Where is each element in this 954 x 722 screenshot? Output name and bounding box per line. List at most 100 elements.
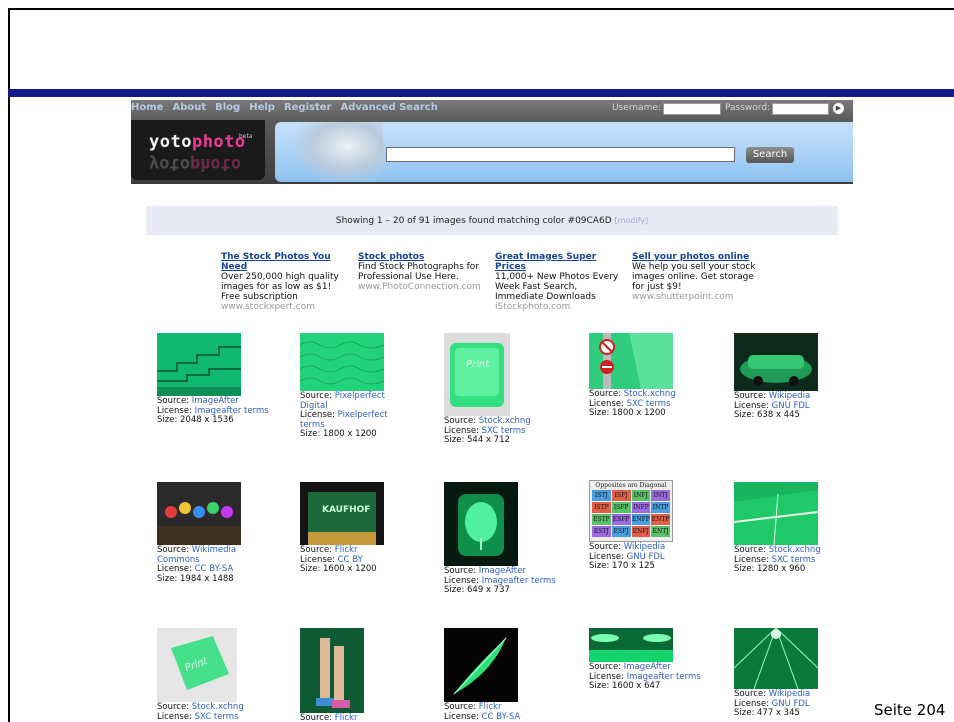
license-link[interactable]: GNU FDL [772, 401, 810, 411]
logo-wordmark: yotophoto [149, 132, 246, 152]
license-link[interactable]: CC BY-SA [195, 564, 234, 574]
result-item: Opposites are Diagonal ISTJ ISFJ INFJ INTJ I… [589, 480, 709, 572]
result-thumbnail[interactable] [157, 333, 241, 396]
mbti-type-cell: ESTJ [592, 526, 611, 537]
source-link[interactable]: Stock.xchng [479, 416, 531, 426]
username-field[interactable] [663, 103, 721, 115]
result-item: Source: ImageAfter License: Imageafter t… [589, 628, 709, 692]
result-thumbnail[interactable]: KAUFHOF [300, 482, 384, 545]
source-link[interactable]: ImageAfter [192, 396, 239, 406]
ad-url[interactable]: www.stockxpert.com [221, 302, 349, 312]
modify-link[interactable]: [modify] [615, 216, 649, 225]
license-link[interactable]: GNU FDL [627, 552, 665, 562]
result-size: Size: 1600 x 647 [589, 681, 661, 691]
result-thumbnail[interactable] [589, 628, 673, 662]
license-link[interactable]: CC BY-SA [482, 712, 521, 722]
source-link[interactable]: Wikipedia [624, 542, 665, 552]
green-car-image [734, 333, 818, 391]
beta-badge: beta [239, 133, 253, 140]
source-link[interactable]: Flickr [479, 702, 502, 712]
mbti-type-cell: ISTP [592, 502, 611, 513]
result-thumbnail[interactable] [734, 628, 818, 689]
license-link[interactable]: SXC terms [627, 399, 671, 409]
result-thumbnail[interactable]: Opposites are Diagonal ISTJ ISFJ INFJ INTJ I… [589, 480, 673, 542]
license-link[interactable]: CC BY [338, 555, 363, 565]
table-tennis-image [734, 482, 818, 545]
decorative-face-image [293, 122, 383, 182]
mbti-type-cell: ISFP [611, 502, 631, 513]
license-link[interactable]: GNU FDL [772, 699, 810, 709]
mbti-type-cell: ISTJ [592, 490, 611, 501]
result-thumbnail[interactable]: Print [157, 628, 237, 702]
site-logo[interactable]: yotophoto beta yotophoto [131, 120, 265, 180]
svg-text:KAUFHOF: KAUFHOF [322, 505, 370, 515]
nav-home-link[interactable]: Home [131, 102, 163, 113]
green-lights-image [589, 628, 673, 662]
mbti-type-cell: ESFP [611, 514, 631, 525]
source-link[interactable]: Wikipedia [769, 689, 810, 699]
result-thumbnail[interactable] [734, 333, 818, 391]
glowing-switch-image [444, 482, 518, 566]
result-size: Size: 1280 x 960 [734, 564, 806, 574]
result-item: Print Source: Stock.xchng License: SXC t… [157, 628, 277, 722]
nav-blog-link[interactable]: Blog [215, 102, 240, 113]
ad-title-link[interactable]: Sell your photos online [632, 252, 762, 262]
result-item: Source: Wikimedia Commons License: CC BY… [157, 482, 277, 584]
nav-advanced-search-link[interactable]: Advanced Search [340, 102, 437, 113]
search-panel: Search [275, 122, 853, 182]
ad-url[interactable]: www.PhotoConnection.com [358, 282, 482, 292]
source-link[interactable]: Stock.xchng [769, 545, 821, 555]
result-thumbnail[interactable] [589, 333, 673, 389]
search-input[interactable] [386, 147, 735, 162]
ad-title-link[interactable]: Stock photos [358, 252, 482, 262]
result-license: License: Pixelperfect terms [300, 410, 388, 430]
ad-url[interactable]: iStockphoto.com [495, 302, 621, 312]
result-source: Source: Wikimedia Commons [157, 545, 237, 565]
license-link[interactable]: Imageafter terms [482, 576, 556, 586]
nav-about-link[interactable]: About [172, 102, 206, 113]
search-button[interactable]: Search [746, 147, 794, 163]
source-link[interactable]: Stock.xchng [624, 389, 676, 399]
result-source: Source: Flickr [300, 713, 358, 722]
nav-register-link[interactable]: Register [284, 102, 332, 113]
mbti-chart-title: Opposites are Diagonal [595, 482, 667, 489]
result-size: Size: 1600 x 1200 [300, 564, 377, 574]
result-thumbnail[interactable] [300, 333, 384, 391]
source-link[interactable]: Flickr [335, 713, 358, 722]
no-entry-sign-image [589, 333, 673, 389]
ad-title-link[interactable]: The Stock Photos You Need [221, 252, 349, 272]
mbti-type-cell: ESFJ [611, 526, 631, 537]
result-thumbnail[interactable] [734, 482, 818, 545]
license-link[interactable]: Imageafter terms [195, 406, 269, 416]
ad-url[interactable]: www.shutterpoint.com [632, 292, 762, 302]
mbti-grid: ISTJ ISFJ INFJ INTJ ISTP ISFP INFP INTP ESTP ESFP… [590, 490, 672, 537]
result-thumbnail[interactable] [444, 628, 518, 702]
result-thumbnail[interactable] [444, 482, 518, 566]
result-thumbnail[interactable] [157, 482, 241, 545]
result-size: Size: 170 x 125 [589, 561, 655, 571]
source-link[interactable]: Flickr [335, 545, 358, 555]
license-link[interactable]: SXC terms [195, 712, 239, 722]
ad-title-link[interactable]: Great Images Super Prices [495, 252, 621, 272]
source-link[interactable]: ImageAfter [624, 662, 671, 672]
license-link[interactable]: SXC terms [482, 426, 526, 436]
mbti-type-cell: ISFJ [611, 490, 631, 501]
source-link[interactable]: ImageAfter [479, 566, 526, 576]
source-link[interactable]: Wikipedia [769, 391, 810, 401]
source-link[interactable]: Stock.xchng [192, 702, 244, 712]
result-thumbnail[interactable] [300, 628, 364, 713]
nav-help-link[interactable]: Help [249, 102, 275, 113]
sponsored-ad: Stock photos Find Stock Photographs for … [358, 252, 482, 292]
mbti-type-cell: ENFJ [631, 526, 651, 537]
laser-show-image [734, 628, 818, 689]
result-item: Source: ImageAfter License: Imageafter t… [157, 333, 277, 426]
website-screenshot: Home About Blog Help Register Advanced Search… [131, 100, 853, 722]
password-field[interactable] [772, 103, 829, 115]
result-thumbnail[interactable]: Print [444, 333, 510, 416]
license-link[interactable]: SXC terms [772, 555, 816, 565]
ad-body: Find Stock Photographs for Professional … [358, 262, 480, 282]
ad-body: 11,000+ New Photos Every Week Fast Searc… [495, 272, 619, 302]
login-go-button[interactable]: ▶ [833, 103, 844, 114]
meeple-figures-image [157, 482, 241, 545]
license-link[interactable]: Imageafter terms [627, 672, 701, 682]
